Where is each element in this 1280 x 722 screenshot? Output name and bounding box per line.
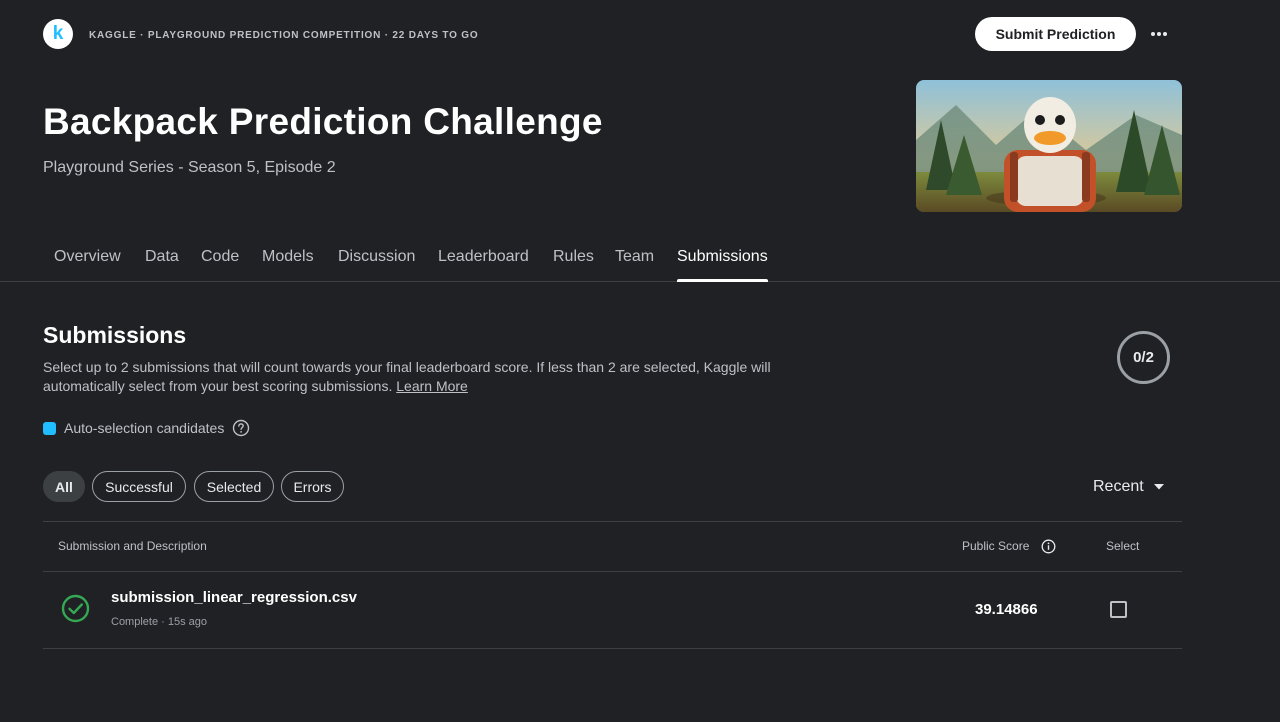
column-header-submission: Submission and Description — [58, 539, 207, 553]
tab-overview[interactable]: Overview — [54, 248, 121, 282]
tab-team[interactable]: Team — [615, 248, 654, 282]
selection-counter: 0/2 — [1117, 331, 1170, 384]
learn-more-link[interactable]: Learn More — [396, 378, 468, 394]
filter-all-chip[interactable]: All — [43, 471, 85, 502]
caret-down-icon — [1153, 484, 1164, 490]
select-checkbox[interactable] — [1110, 601, 1127, 618]
sort-dropdown[interactable]: Recent — [1093, 476, 1164, 498]
page-subtitle: Playground Series - Season 5, Episode 2 — [43, 159, 336, 176]
page-title: Backpack Prediction Challenge — [43, 101, 603, 142]
tab-discussion[interactable]: Discussion — [338, 248, 415, 282]
info-icon[interactable] — [1041, 539, 1056, 554]
competition-banner-image — [916, 80, 1182, 212]
submission-filename[interactable]: submission_linear_regression.csv — [111, 589, 357, 606]
table-header-divider — [43, 571, 1182, 572]
tab-data[interactable]: Data — [145, 248, 179, 282]
table-top-divider — [43, 521, 1182, 522]
auto-selection-label: Auto-selection candidates — [64, 420, 225, 436]
tab-code[interactable]: Code — [201, 248, 239, 282]
column-header-select: Select — [1106, 539, 1140, 553]
check-circle-icon — [61, 594, 90, 623]
tab-models[interactable]: Models — [262, 248, 314, 282]
competition-tabs: Overview Data Code Models Discussion Lea… — [0, 236, 1280, 282]
tab-leaderboard[interactable]: Leaderboard — [438, 248, 529, 282]
section-description: Select up to 2 submissions that will cou… — [43, 358, 813, 396]
table-bottom-divider — [43, 648, 1182, 649]
auto-selection-swatch — [43, 421, 56, 435]
sort-label: Recent — [1093, 478, 1144, 495]
more-options-icon[interactable] — [1146, 22, 1172, 46]
submission-status: Complete · 15s ago — [111, 616, 207, 628]
breadcrumb: KAGGLE · PLAYGROUND PREDICTION COMPETITI… — [89, 30, 479, 41]
column-header-public-score: Public Score — [962, 539, 1030, 553]
filter-selected-chip[interactable]: Selected — [194, 471, 274, 502]
top-bar: k KAGGLE · PLAYGROUND PREDICTION COMPETI… — [0, 0, 1280, 70]
kaggle-logo[interactable]: k — [43, 19, 73, 49]
filter-successful-chip[interactable]: Successful — [92, 471, 186, 502]
filter-errors-chip[interactable]: Errors — [281, 471, 344, 502]
tab-submissions[interactable]: Submissions — [677, 248, 768, 282]
auto-selection-legend: Auto-selection candidates — [43, 418, 250, 438]
public-score-value: 39.14866 — [975, 601, 1038, 618]
help-icon[interactable] — [232, 419, 250, 437]
section-title: Submissions — [43, 322, 187, 348]
tab-rules[interactable]: Rules — [553, 248, 594, 282]
submit-prediction-button[interactable]: Submit Prediction — [975, 17, 1136, 51]
